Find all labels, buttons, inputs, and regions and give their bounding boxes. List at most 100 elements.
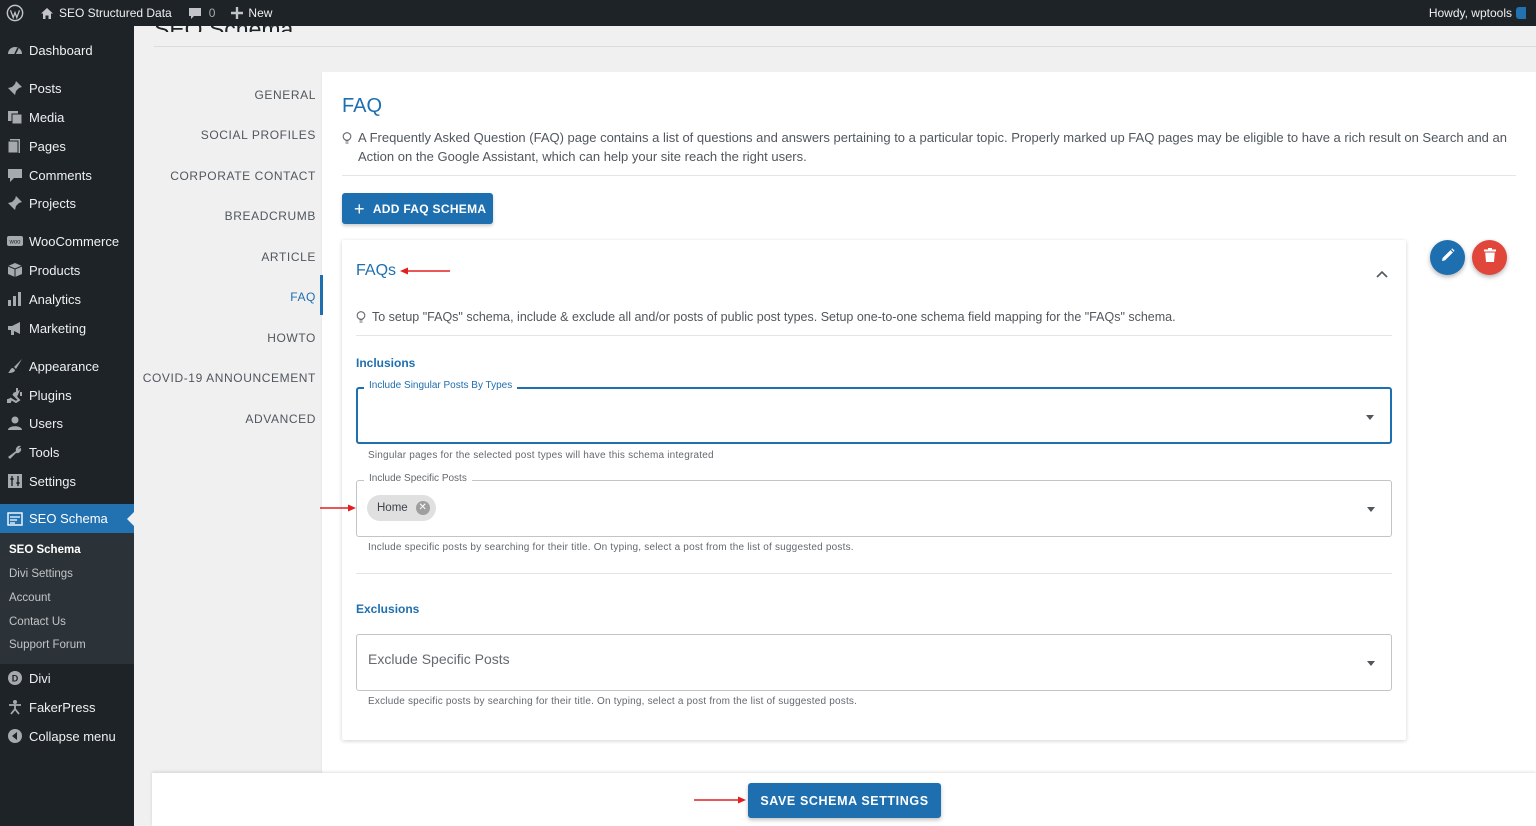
save-schema-settings-button[interactable]: SAVE SCHEMA SETTINGS — [748, 783, 941, 818]
sidebar-item-woocommerce[interactable]: woo WooCommerce — [0, 227, 134, 255]
sidebar-item-label: FakerPress — [29, 699, 96, 715]
trash-icon — [1483, 248, 1496, 267]
edit-schema-button[interactable] — [1430, 240, 1465, 275]
title-divider — [154, 46, 1536, 47]
pin-icon — [7, 195, 23, 211]
field-help: Include specific posts by searching for … — [368, 542, 854, 553]
brush-icon — [7, 358, 23, 374]
sidebar-item-fakerpress[interactable]: FakerPress — [0, 693, 134, 721]
plug-icon — [7, 387, 23, 403]
sidebar-item-label: Collapse menu — [29, 728, 116, 744]
woo-icon: woo — [7, 233, 23, 249]
submenu-divi-settings[interactable]: Divi Settings — [9, 568, 73, 580]
tab-general[interactable]: GENERAL — [254, 88, 316, 102]
settings-icon — [7, 473, 23, 489]
include-specific-posts-select[interactable]: Include Specific Posts Home ✕ — [356, 473, 1392, 537]
card-description-block: To setup "FAQs" schema, include & exclud… — [356, 310, 1176, 324]
active-tab-indicator — [320, 275, 323, 315]
add-faq-schema-label: ADD FAQ SCHEMA — [372, 201, 487, 216]
tab-howto[interactable]: HOWTO — [267, 331, 316, 345]
tab-corporate-contact[interactable]: CORPORATE CONTACT — [170, 169, 316, 183]
svg-text:D: D — [12, 674, 19, 684]
media-icon — [7, 109, 23, 125]
sidebar-item-comments[interactable]: Comments — [0, 161, 134, 189]
dropdown-caret-icon[interactable] — [1367, 661, 1375, 666]
annotation-arrow-icon — [320, 504, 356, 512]
submenu-account[interactable]: Account — [9, 592, 51, 604]
sidebar-item-label: Appearance — [29, 358, 100, 374]
submenu-contact-us[interactable]: Contact Us — [9, 616, 66, 628]
card-divider — [356, 573, 1392, 574]
add-faq-schema-button[interactable]: + ADD FAQ SCHEMA — [342, 193, 493, 224]
pages-icon — [7, 138, 23, 154]
tab-breadcrumb[interactable]: BREADCRUMB — [225, 209, 316, 223]
sidebar-item-users[interactable]: Users — [0, 409, 134, 437]
tab-advanced[interactable]: ADVANCED — [245, 412, 316, 426]
sidebar-item-tools[interactable]: Tools — [0, 438, 134, 466]
sidebar-item-appearance[interactable]: Appearance — [0, 352, 134, 380]
submenu-support-forum[interactable]: Support Forum — [9, 639, 86, 651]
sidebar-item-media[interactable]: Media — [0, 103, 134, 131]
sidebar-item-label: SEO Schema — [29, 511, 108, 526]
sidebar-item-posts[interactable]: Posts — [0, 74, 134, 102]
delete-schema-button[interactable] — [1472, 240, 1507, 275]
sidebar-item-label: Dashboard — [29, 42, 93, 58]
sidebar-item-label: Plugins — [29, 387, 72, 403]
dashboard-icon — [7, 42, 23, 58]
lightbulb-icon — [342, 131, 352, 150]
annotation-arrow-icon — [694, 796, 746, 804]
field-help: Exclude specific posts by searching for … — [368, 696, 858, 707]
wordpress-logo-icon[interactable] — [0, 0, 32, 26]
my-account[interactable]: Howdy, wptools — [1429, 0, 1526, 26]
faq-panel: FAQ A Frequently Asked Question (FAQ) pa… — [322, 72, 1536, 792]
tab-covid-19-announcement[interactable]: COVID-19 ANNOUNCEMENT — [143, 371, 316, 385]
fakerpress-icon — [7, 699, 23, 715]
tab-faq[interactable]: FAQ — [290, 290, 316, 304]
howdy-text: Howdy, wptools — [1428, 6, 1512, 20]
sidebar-item-marketing[interactable]: Marketing — [0, 314, 134, 342]
chip-label: Home — [377, 502, 408, 514]
submenu-seo-schema[interactable]: SEO Schema — [9, 544, 81, 556]
sidebar-item-label: Users — [29, 415, 63, 431]
box-icon — [7, 262, 23, 278]
user-icon — [7, 415, 23, 431]
sidebar-item-seo-schema[interactable]: SEO Schema — [0, 504, 134, 533]
sidebar-item-label: Tools — [29, 444, 60, 460]
sidebar-item-projects[interactable]: Projects — [0, 189, 134, 217]
seo-schema-submenu: SEO Schema Divi Settings Account Contact… — [0, 533, 134, 664]
sidebar-item-settings[interactable]: Settings — [0, 467, 134, 495]
tab-article[interactable]: ARTICLE — [261, 250, 316, 264]
sidebar-item-plugins[interactable]: Plugins — [0, 381, 134, 409]
field-label: Include Singular Posts By Types — [364, 380, 518, 391]
sidebar-item-pages[interactable]: Pages — [0, 132, 134, 160]
dropdown-caret-icon[interactable] — [1367, 507, 1375, 512]
collapse-icon — [7, 728, 23, 744]
remove-chip-icon[interactable]: ✕ — [415, 501, 430, 515]
home-icon — [40, 7, 54, 20]
post-chip[interactable]: Home ✕ — [367, 495, 436, 521]
dropdown-caret-icon[interactable] — [1366, 415, 1374, 420]
sidebar-item-label: Media — [29, 109, 65, 125]
sidebar-item-analytics[interactable]: Analytics — [0, 285, 134, 313]
bar-chart-icon — [7, 291, 23, 307]
panel-description: A Frequently Asked Question (FAQ) page c… — [358, 130, 1507, 164]
sidebar-item-products[interactable]: Products — [0, 256, 134, 284]
pin-icon — [7, 80, 23, 96]
sidebar-item-dashboard[interactable]: Dashboard — [0, 36, 134, 64]
panel-description-block: A Frequently Asked Question (FAQ) page c… — [342, 128, 1522, 166]
sidebar-item-label: Projects — [29, 195, 76, 211]
sidebar-item-label: Posts — [29, 80, 62, 96]
sidebar-item-collapse[interactable]: Collapse menu — [0, 722, 134, 750]
exclude-specific-posts-select[interactable]: Exclude Specific Posts — [356, 634, 1392, 691]
tab-social-profiles[interactable]: SOCIAL PROFILES — [201, 128, 316, 142]
annotation-arrow-icon — [400, 267, 450, 275]
card-description: To setup "FAQs" schema, include & exclud… — [372, 310, 1176, 324]
divi-icon: D — [7, 670, 23, 686]
sidebar-item-label: Analytics — [29, 291, 82, 307]
include-singular-posts-select[interactable]: Include Singular Posts By Types — [356, 380, 1392, 444]
schema-icon — [7, 511, 23, 527]
sidebar-item-label: Divi — [29, 670, 51, 686]
chevron-up-icon[interactable] — [1376, 265, 1388, 283]
card-divider — [356, 335, 1392, 336]
sidebar-item-divi[interactable]: D Divi — [0, 664, 134, 692]
